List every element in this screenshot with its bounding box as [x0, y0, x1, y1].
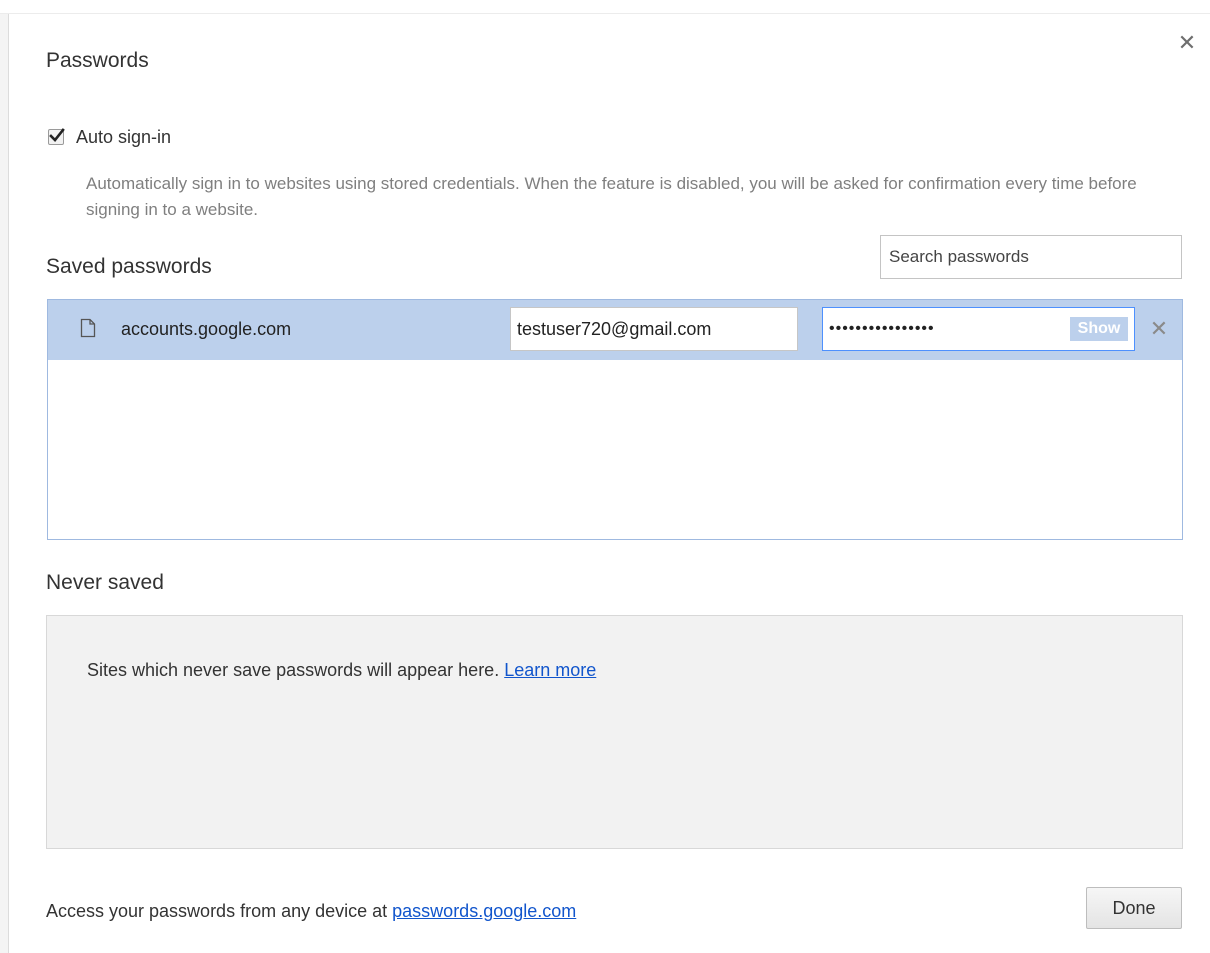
never-saved-empty-text: Sites which never save passwords will ap…	[87, 660, 500, 680]
file-icon	[80, 318, 96, 338]
passwords-page: Passwords ✕ Auto sign-in Automatically s…	[0, 0, 1210, 953]
window-left-edge	[0, 14, 9, 953]
done-button[interactable]: Done	[1086, 887, 1182, 929]
close-icon[interactable]: ✕	[1176, 31, 1198, 55]
dialog-title: Passwords	[46, 49, 149, 72]
saved-passwords-list: accounts.google.com Show ✕	[47, 299, 1183, 540]
learn-more-link[interactable]: Learn more	[504, 660, 596, 680]
auto-signin-label[interactable]: Auto sign-in	[76, 127, 171, 148]
username-field[interactable]	[510, 307, 798, 351]
never-saved-empty-message: Sites which never save passwords will ap…	[87, 660, 596, 681]
show-password-button[interactable]: Show	[1070, 317, 1128, 341]
passwords-site-link[interactable]: passwords.google.com	[392, 901, 576, 921]
site-name: accounts.google.com	[121, 319, 292, 339]
footer-message: Access your passwords from any device at…	[46, 901, 576, 922]
footer-text: Access your passwords from any device at	[46, 901, 388, 921]
saved-passwords-title: Saved passwords	[46, 255, 212, 278]
window-top-edge	[0, 0, 1210, 14]
never-saved-title: Never saved	[46, 571, 164, 594]
never-saved-list: Sites which never save passwords will ap…	[46, 615, 1183, 849]
auto-signin-description: Automatically sign in to websites using …	[86, 174, 1137, 219]
saved-password-row[interactable]: accounts.google.com Show ✕	[48, 300, 1182, 360]
remove-icon[interactable]: ✕	[1148, 317, 1170, 341]
passwords-dialog: Passwords ✕ Auto sign-in Automatically s…	[10, 15, 1210, 953]
search-passwords-input[interactable]	[880, 235, 1182, 279]
password-input[interactable]	[829, 317, 1059, 341]
auto-signin-checkbox[interactable]	[48, 128, 65, 145]
password-field[interactable]: Show	[822, 307, 1135, 351]
checkmark-icon	[49, 128, 65, 142]
